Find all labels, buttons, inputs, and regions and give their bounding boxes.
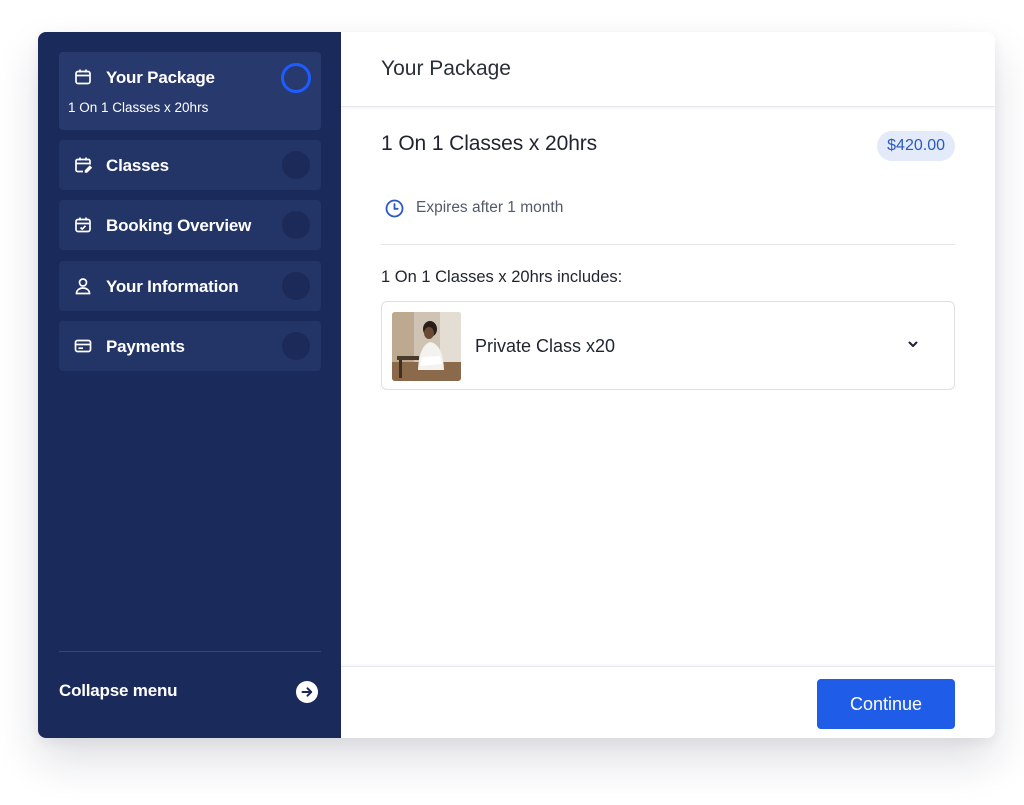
package-item-accordion[interactable]: Private Class x20 <box>381 301 955 390</box>
sidebar-step-label: Your Package <box>106 68 215 87</box>
sidebar-step-payments[interactable]: Payments <box>59 321 321 371</box>
sidebar-step-label: Your Information <box>106 277 239 296</box>
price-badge: $420.00 <box>877 131 955 161</box>
step-status-indicator <box>282 272 310 300</box>
user-icon <box>75 278 91 295</box>
continue-button[interactable]: Continue <box>817 679 955 729</box>
package-name: 1 On 1 Classes x 20hrs <box>381 132 598 155</box>
arrow-right-circle-icon[interactable] <box>296 681 318 703</box>
expiry-text: Expires after 1 month <box>416 199 564 216</box>
step-status-indicator <box>281 63 311 93</box>
sidebar-step-booking-overview[interactable]: Booking Overview <box>59 200 321 250</box>
sidebar-step-your-information[interactable]: Your Information <box>59 261 321 311</box>
step-status-indicator <box>282 332 310 360</box>
sidebar-step-label: Booking Overview <box>106 216 252 235</box>
sidebar-step-sublabel: 1 On 1 Classes x 20hrs <box>68 100 209 115</box>
main-panel: Your Package 1 On 1 Classes x 20hrs $420… <box>341 32 995 738</box>
chevron-down-icon[interactable] <box>907 338 919 350</box>
sidebar: Your Package 1 On 1 Classes x 20hrs Clas… <box>38 32 341 738</box>
sidebar-step-your-package[interactable]: Your Package 1 On 1 Classes x 20hrs <box>59 52 321 130</box>
footer: Continue <box>341 666 995 738</box>
includes-heading: 1 On 1 Classes x 20hrs includes: <box>381 268 623 286</box>
calendar-icon <box>75 69 91 85</box>
collapse-menu-label: Collapse menu <box>59 681 178 700</box>
sidebar-step-label: Classes <box>106 156 169 175</box>
page-title: Your Package <box>381 57 511 80</box>
content-divider <box>381 244 955 245</box>
package-item-name: Private Class x20 <box>475 336 616 356</box>
main-header: Your Package <box>341 32 995 107</box>
collapse-menu-button[interactable]: Collapse menu <box>59 680 321 704</box>
clock-icon <box>385 199 404 218</box>
calendar-check-icon <box>75 217 91 233</box>
sidebar-step-label: Payments <box>106 337 185 356</box>
calendar-edit-icon <box>75 157 92 173</box>
credit-card-icon <box>74 339 92 353</box>
step-status-indicator <box>282 211 310 239</box>
step-status-indicator <box>282 151 310 179</box>
sidebar-divider <box>59 651 321 652</box>
class-thumbnail <box>392 312 461 381</box>
booking-widget: Your Package 1 On 1 Classes x 20hrs Clas… <box>38 32 995 738</box>
sidebar-step-classes[interactable]: Classes <box>59 140 321 190</box>
